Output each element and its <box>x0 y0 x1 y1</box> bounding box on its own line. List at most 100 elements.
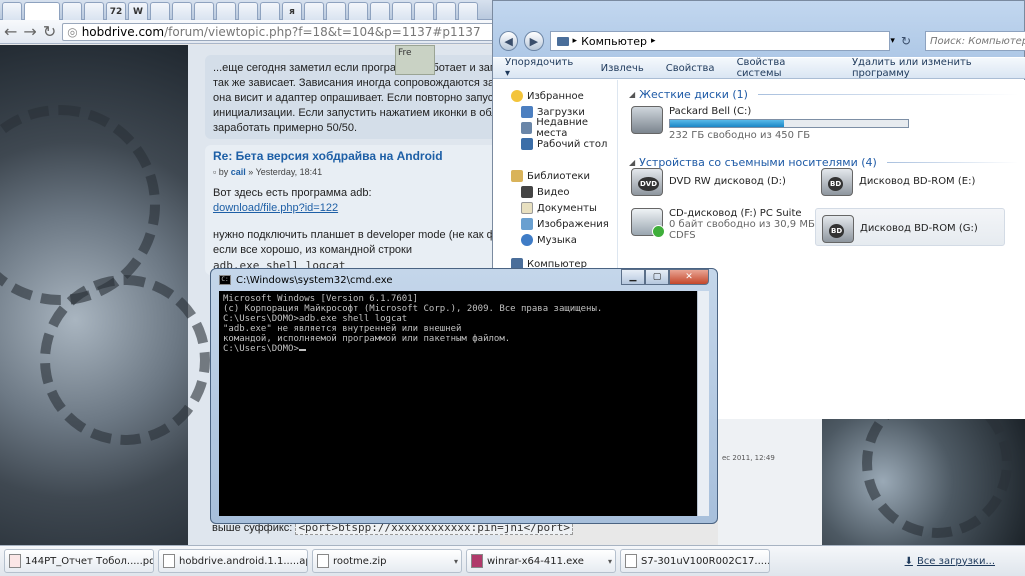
browser-tab[interactable] <box>260 2 280 20</box>
browser-tab[interactable] <box>326 2 346 20</box>
console-output[interactable]: Microsoft Windows [Version 6.1.7601] (c) … <box>219 291 709 516</box>
forward-arrow-icon[interactable]: → <box>23 23 36 40</box>
download-item[interactable]: hobdrive.android.1.1.....apk▾ <box>158 549 308 573</box>
minimize-button[interactable]: ▁ <box>621 269 645 285</box>
scrollbar[interactable] <box>697 291 709 516</box>
zip-file-icon <box>317 554 329 568</box>
nav-libraries[interactable]: Библиотеки <box>511 168 617 184</box>
uninstall-program-button[interactable]: Удалить или изменить программу <box>852 57 1025 79</box>
download-item[interactable]: winrar-x64-411.exe ▾ <box>466 549 616 573</box>
breadcrumb[interactable]: ▸ Компьютер ▸ <box>549 31 891 51</box>
post-text-line: нужно подключить планшет в developer mod… <box>213 229 505 241</box>
rar-file-icon <box>625 554 637 568</box>
background-gear-image <box>0 45 210 545</box>
back-arrow-icon[interactable]: ◀ <box>499 31 519 51</box>
nav-desktop[interactable]: Рабочий стол <box>511 136 617 152</box>
section-header-hard-drives[interactable]: ◢ Жесткие диски (1) <box>629 86 1025 102</box>
download-item[interactable]: S7-301uV100R002C17.....rar▾ <box>620 549 770 573</box>
breadcrumb-item[interactable]: Компьютер <box>581 35 647 48</box>
cd-drive-icon <box>631 208 665 238</box>
nav-music[interactable]: Музыка <box>511 232 617 248</box>
drive-name: CD-дисковод (F:) PC Suite <box>669 208 802 219</box>
url-path: /forum/viewtopic.php?f=18&t=104&p=1137#p… <box>164 24 481 39</box>
library-icon <box>511 170 523 182</box>
browser-tab[interactable] <box>216 2 236 20</box>
documents-icon <box>521 202 533 214</box>
browser-tab[interactable] <box>238 2 258 20</box>
drive-c[interactable]: Packard Bell (C:) 232 ГБ свободно из 450… <box>631 106 909 141</box>
address-bar[interactable]: ◎ hobdrive.com/forum/viewtopic.php?f=18&… <box>62 22 500 41</box>
browser-tab[interactable] <box>370 2 390 20</box>
chevron-right-icon: ▸ <box>651 36 656 46</box>
console-prompt: C:\Users\DOMO> <box>223 344 299 354</box>
downloads-bar: 144PT_Отчет Тобол.....pdf▾ hobdrive.andr… <box>0 545 1025 576</box>
browser-tab[interactable] <box>194 2 214 20</box>
nav-favorites[interactable]: Избранное <box>511 88 617 104</box>
pdf-file-icon <box>9 554 21 568</box>
browser-tab[interactable] <box>414 2 434 20</box>
close-button[interactable]: ✕ <box>669 269 709 285</box>
back-arrow-icon[interactable]: ← <box>4 23 17 40</box>
chevron-down-icon[interactable]: ▾ <box>608 557 612 566</box>
browser-tab[interactable] <box>348 2 368 20</box>
collapse-triangle-icon: ◢ <box>629 157 636 167</box>
cmd-window: C: C:\Windows\system32\cmd.exe ▁ ▢ ✕ Mic… <box>210 268 718 524</box>
all-downloads-link[interactable]: ⬇ Все загрузки... <box>905 556 995 567</box>
eject-button[interactable]: Извлечь <box>601 63 644 74</box>
drive-name: Дисковод BD-ROM (E:) <box>859 176 976 187</box>
browser-tab[interactable] <box>304 2 324 20</box>
reload-icon[interactable]: ↻ <box>43 23 56 40</box>
chevron-down-icon[interactable]: ▾ <box>890 36 895 46</box>
system-properties-button[interactable]: Свойства системы <box>737 57 830 79</box>
post-title[interactable]: Re: Бета версия хобдрайва на Android <box>213 149 497 163</box>
drive-e[interactable]: BD Дисковод BD-ROM (E:) <box>821 168 975 196</box>
drive-f[interactable]: CD-дисковод (F:) PC Suite 0 байт свободн… <box>631 208 815 241</box>
browser-tab[interactable] <box>150 2 170 20</box>
organize-button[interactable]: Упорядочить ▾ <box>505 57 579 79</box>
refresh-icon[interactable]: ↻ <box>901 34 911 48</box>
music-icon <box>521 234 533 246</box>
browser-tab[interactable]: 72 <box>106 2 126 20</box>
search-input[interactable]: Поиск: Компьютер <box>925 31 1025 51</box>
browser-tab-active[interactable] <box>24 2 60 20</box>
console-line: C:\Users\DOMO>adb.exe shell logcat <box>223 314 408 324</box>
drive-d[interactable]: DVD DVD RW дисковод (D:) <box>631 168 786 196</box>
nav-documents[interactable]: Документы <box>511 200 617 216</box>
nav-video[interactable]: Видео <box>511 184 617 200</box>
browser-tab[interactable]: я <box>282 2 302 20</box>
star-icon <box>511 90 523 102</box>
url-host: hobdrive.com <box>81 24 165 39</box>
nav-recent-places[interactable]: Недавние места <box>511 117 617 139</box>
floating-badge: Fre <box>395 45 435 75</box>
apk-file-icon <box>163 554 175 568</box>
chevron-down-icon[interactable]: ▾ <box>454 557 458 566</box>
downloads-icon <box>521 106 533 118</box>
console-line: "adb.exe" не является внутренней или вне… <box>223 324 462 334</box>
browser-tab[interactable] <box>2 2 22 20</box>
console-line: (c) Корпорация Майкрософт (Microsoft Cor… <box>223 304 603 314</box>
browser-tab[interactable] <box>392 2 412 20</box>
console-line: Microsoft Windows [Version 6.1.7601] <box>223 294 419 304</box>
nav-pictures[interactable]: Изображения <box>511 216 617 232</box>
browser-tab[interactable] <box>436 2 456 20</box>
console-icon: C: <box>219 275 231 285</box>
post-author[interactable]: cail <box>231 167 246 177</box>
maximize-button[interactable]: ▢ <box>645 269 669 285</box>
browser-tab[interactable] <box>172 2 192 20</box>
download-item[interactable]: 144PT_Отчет Тобол.....pdf▾ <box>4 549 154 573</box>
browser-tab[interactable] <box>458 2 478 20</box>
browser-tab[interactable] <box>84 2 104 20</box>
download-link[interactable]: download/file.php?id=122 <box>213 202 338 214</box>
download-item[interactable]: rootme.zip ▾ <box>312 549 462 573</box>
forward-arrow-icon[interactable]: ▶ <box>524 31 544 51</box>
browser-tab[interactable] <box>62 2 82 20</box>
post-text-line: она висит и адаптер опрашивает. Если пов… <box>213 92 505 104</box>
drive-free-space: 0 байт свободно из 30,9 МБ <box>669 219 815 230</box>
drive-filesystem: CDFS <box>669 230 696 241</box>
desktop-icon <box>521 138 533 150</box>
drive-g-selected[interactable]: BD Дисковод BD-ROM (G:) <box>815 208 1005 246</box>
properties-button[interactable]: Свойства <box>666 63 715 74</box>
post-text-line: если все хорошо, из командной строки <box>213 244 413 256</box>
collapse-triangle-icon: ◢ <box>629 89 636 99</box>
browser-tab[interactable]: W <box>128 2 148 20</box>
